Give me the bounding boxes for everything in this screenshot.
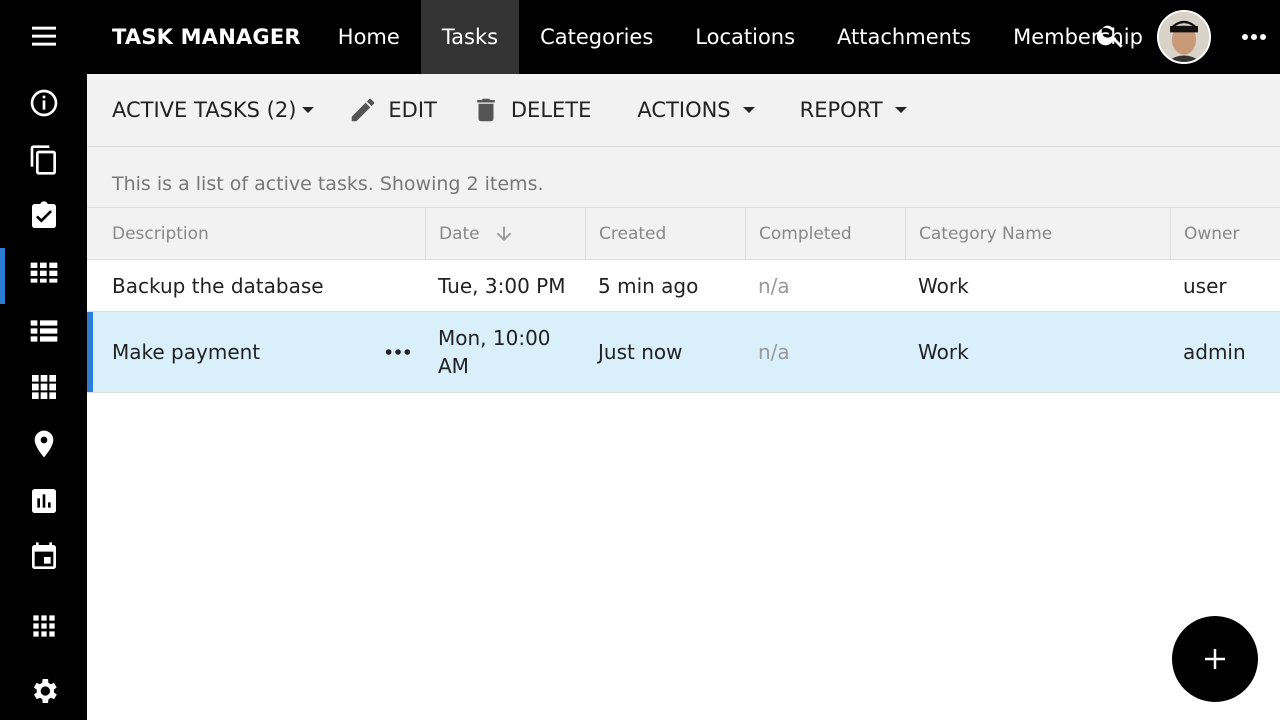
- column-header-category[interactable]: Category Name: [905, 208, 1170, 260]
- top-navigation-bar: TASK MANAGER Home Tasks Categories Locat…: [87, 0, 1280, 74]
- app-title: TASK MANAGER: [112, 25, 301, 49]
- cell-created: 5 min ago: [598, 273, 699, 298]
- settings-icon[interactable]: [0, 667, 87, 715]
- table-header: Description Date Created Completed Categ…: [87, 207, 1280, 260]
- cell-description: Make payment: [112, 340, 261, 364]
- add-task-button[interactable]: [1172, 616, 1258, 702]
- cell-completed: n/a: [758, 273, 790, 298]
- nav-home[interactable]: Home: [317, 0, 421, 74]
- nav-locations[interactable]: Locations: [674, 0, 816, 74]
- cell-category: Work: [918, 340, 969, 364]
- column-header-completed[interactable]: Completed: [745, 208, 905, 260]
- calendar-icon[interactable]: [0, 533, 87, 581]
- chart-icon[interactable]: [0, 477, 87, 525]
- menu-icon[interactable]: [0, 12, 87, 60]
- info-icon[interactable]: [0, 79, 87, 127]
- edit-button[interactable]: EDIT: [348, 74, 437, 147]
- column-header-date[interactable]: Date: [425, 208, 585, 260]
- nav-categories[interactable]: Categories: [519, 0, 674, 74]
- copy-icon[interactable]: [0, 136, 87, 184]
- view-selector-label: ACTIVE TASKS (2): [112, 98, 297, 122]
- cell-category: Work: [918, 273, 969, 298]
- column-header-description[interactable]: Description: [87, 208, 426, 260]
- column-header-owner[interactable]: Owner: [1170, 208, 1280, 260]
- cell-owner: user: [1183, 273, 1227, 298]
- cell-description: Backup the database: [112, 273, 324, 298]
- more-icon[interactable]: [1239, 22, 1269, 52]
- nav-tasks[interactable]: Tasks: [420, 0, 520, 74]
- pencil-icon: [352, 98, 375, 122]
- trash-icon: [477, 98, 495, 122]
- chevron-down-icon: [302, 107, 315, 113]
- command-bar: ACTIVE TASKS (2) EDIT DELETE ACTIONS REP…: [87, 74, 1280, 147]
- table-row[interactable]: Make payment Mon, 10:00 AM Just now n/a …: [87, 312, 1280, 393]
- cell-created: Just now: [598, 340, 683, 364]
- report-dropdown[interactable]: REPORT: [800, 74, 907, 147]
- apps-icon[interactable]: [0, 602, 87, 650]
- cell-date: Tue, 3:00 PM: [438, 273, 566, 298]
- report-label: REPORT: [799, 98, 883, 122]
- nav-attachments[interactable]: Attachments: [816, 0, 992, 74]
- search-icon[interactable]: [1095, 19, 1131, 55]
- task-check-icon[interactable]: [0, 192, 87, 240]
- tiles-icon[interactable]: [0, 363, 87, 411]
- row-more-icon[interactable]: [384, 312, 412, 392]
- grid-icon[interactable]: [0, 248, 87, 304]
- chevron-down-icon: [894, 107, 907, 113]
- cell-date: Mon, 10:00 AM: [438, 326, 551, 378]
- actions-dropdown[interactable]: ACTIONS: [637, 74, 755, 147]
- location-icon[interactable]: [0, 420, 87, 468]
- left-sidebar: [0, 0, 87, 720]
- avatar[interactable]: [1157, 10, 1211, 64]
- delete-label: DELETE: [510, 98, 592, 122]
- list-icon[interactable]: [0, 307, 87, 355]
- column-header-date-label: Date: [439, 224, 480, 244]
- view-selector-dropdown[interactable]: ACTIVE TASKS (2): [112, 74, 315, 147]
- status-text: This is a list of active tasks. Showing …: [87, 147, 1280, 207]
- cell-completed: n/a: [758, 340, 790, 364]
- edit-label: EDIT: [388, 98, 437, 122]
- chevron-down-icon: [742, 107, 755, 113]
- column-header-created[interactable]: Created: [585, 208, 745, 260]
- actions-label: ACTIONS: [637, 98, 731, 122]
- nav-membership[interactable]: Membership: [992, 0, 1164, 74]
- add-icon: [1205, 649, 1225, 669]
- cell-owner: admin: [1183, 340, 1246, 364]
- delete-button[interactable]: DELETE: [471, 74, 592, 147]
- table-row[interactable]: Backup the database Tue, 3:00 PM 5 min a…: [87, 260, 1280, 312]
- sort-arrow-down-icon: [496, 226, 512, 242]
